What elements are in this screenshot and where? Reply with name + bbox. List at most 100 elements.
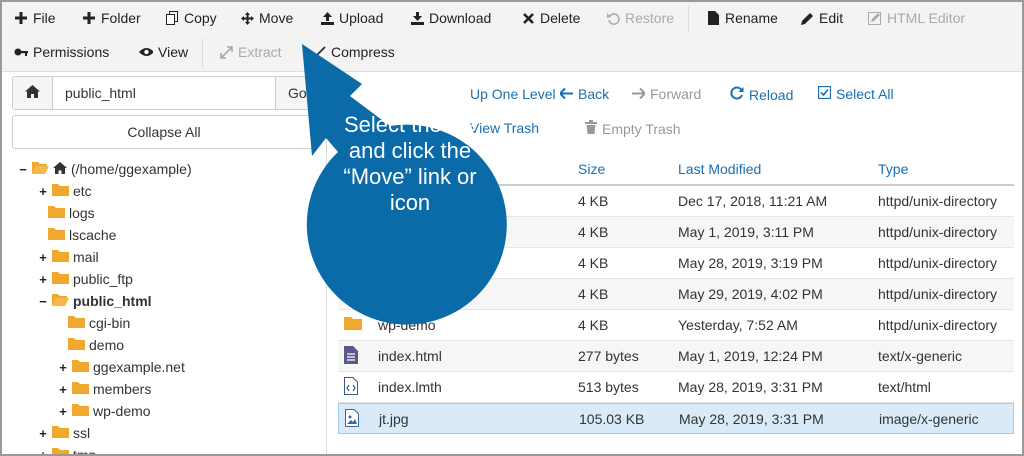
tree-item-label: logs <box>69 205 95 221</box>
move-button[interactable]: Move <box>240 10 293 26</box>
folder-icon <box>52 447 69 456</box>
tree-item-label: mail <box>73 249 99 265</box>
tree-item-public-ftp[interactable]: + public_ftp <box>38 268 133 290</box>
html-editor-button[interactable]: HTML Editor <box>868 10 965 26</box>
tree-item-cgi-bin[interactable]: cgi-bin <box>68 312 130 334</box>
rename-button[interactable]: Rename <box>706 10 778 26</box>
table-row[interactable]: wp-demo 4 KB Yesterday, 7:52 AM httpd/unix-… <box>338 310 1014 341</box>
tree-item-public-html[interactable]: − public_html <box>38 290 152 312</box>
file-modified-cell: May 28, 2019, 3:31 PM <box>679 411 824 427</box>
extract-button[interactable]: Extract <box>219 44 282 60</box>
tree-item-demo[interactable]: demo <box>68 334 124 356</box>
go-button[interactable]: Go <box>275 77 315 109</box>
tree-item-label: etc <box>73 183 92 199</box>
restore-button[interactable]: Restore <box>606 10 674 26</box>
file-size-cell: 4 KB <box>578 286 609 302</box>
folder-icon <box>48 205 65 221</box>
empty-trash-link[interactable]: Empty Trash <box>585 120 681 137</box>
expand-toggle[interactable]: + <box>38 250 48 265</box>
back-link[interactable]: Back <box>559 86 609 102</box>
forward-link[interactable]: Forward <box>632 86 701 102</box>
tree-item-mail[interactable]: + mail <box>38 246 99 268</box>
toolbar-divider <box>202 38 203 68</box>
eye-icon <box>139 45 153 59</box>
file-size-cell: 277 bytes <box>578 348 639 364</box>
file-name-cell: index.html <box>378 348 442 364</box>
home-icon <box>53 161 67 177</box>
expand-toggle[interactable]: + <box>38 272 48 287</box>
folder-icon <box>52 425 69 441</box>
file-size-cell: 4 KB <box>578 224 609 240</box>
table-row[interactable]: index.lmth 513 bytes May 28, 2019, 3:31 PM… <box>338 372 1014 403</box>
expand-toggle[interactable]: + <box>38 184 48 199</box>
table-row[interactable]: ggexample.net 4 KB May 28, 2019, 3:19 PM ht… <box>338 248 1014 279</box>
file-size-cell: 513 bytes <box>578 379 639 395</box>
upload-button[interactable]: Upload <box>320 10 383 26</box>
file-type-cell: httpd/unix-directory <box>878 255 998 271</box>
table-row[interactable]: jt.jpg 105.03 KB May 28, 2019, 3:31 PM imag… <box>338 403 1014 434</box>
folder-icon <box>52 249 69 265</box>
folder-icon <box>72 403 89 419</box>
tree-item-home-ggexample[interactable]: − (/home/ggexample) <box>18 158 192 180</box>
folder-icon <box>48 227 65 243</box>
tree-item-members[interactable]: + members <box>58 378 151 400</box>
download-icon <box>410 11 424 25</box>
download-button[interactable]: Download <box>410 10 491 26</box>
file-modified-cell: May 1, 2019, 12:24 PM <box>678 348 823 364</box>
tree-item-wp-demo[interactable]: + wp-demo <box>58 400 150 422</box>
collapse-toggle[interactable]: − <box>18 162 28 177</box>
file-button[interactable]: File <box>14 10 56 26</box>
expand-toggle[interactable]: + <box>38 426 48 441</box>
delete-button[interactable]: Delete <box>521 10 580 26</box>
home-button[interactable] <box>13 77 53 109</box>
collapse-all-button[interactable]: Collapse All <box>12 115 316 149</box>
text-file-icon <box>344 346 362 366</box>
tree-item-etc[interactable]: + etc <box>38 180 92 202</box>
tree-item-ssl[interactable]: + ssl <box>38 422 90 444</box>
tree-item-tmp[interactable]: + tmp <box>38 444 96 456</box>
folder-icon <box>52 183 69 199</box>
table-row[interactable]: 4 KB May 1, 2019, 3:11 PM httpd/unix-direc… <box>338 217 1014 248</box>
tree-item-label: ssl <box>73 425 91 441</box>
copy-button[interactable]: Copy <box>165 10 217 26</box>
reload-icon <box>730 86 744 103</box>
restore-icon <box>606 11 620 25</box>
size-column-header[interactable]: Size <box>578 161 605 177</box>
expand-icon <box>219 45 233 59</box>
tree-item-label: public_html <box>73 293 152 309</box>
trash-icon <box>585 120 597 137</box>
pencil-icon <box>800 11 814 25</box>
expand-toggle[interactable]: + <box>58 404 68 419</box>
path-input[interactable] <box>53 77 275 109</box>
folder-icon <box>68 315 85 331</box>
file-type-cell: httpd/unix-directory <box>878 317 998 333</box>
file-name-cell: ggexample.net <box>378 255 470 271</box>
tree-item-logs[interactable]: logs <box>48 202 95 224</box>
expand-toggle[interactable]: + <box>58 382 68 397</box>
permissions-button[interactable]: Permissions <box>14 44 109 60</box>
up-one-level-link[interactable]: Up One Level <box>470 86 556 102</box>
tree-item-ggexample-net[interactable]: + ggexample.net <box>58 356 185 378</box>
edit-button[interactable]: Edit <box>800 10 843 26</box>
collapse-toggle[interactable]: − <box>38 294 48 309</box>
folder-button[interactable]: Folder <box>82 10 141 26</box>
reload-link[interactable]: Reload <box>730 86 793 103</box>
file-size-cell: 4 KB <box>578 317 609 333</box>
compress-button[interactable]: Compress <box>312 44 395 60</box>
file-modified-cell: May 28, 2019, 3:19 PM <box>678 255 823 271</box>
last-modified-column-header[interactable]: Last Modified <box>678 161 761 177</box>
table-row[interactable]: index.html 277 bytes May 1, 2019, 12:24 PM… <box>338 341 1014 372</box>
folder-icon <box>68 337 85 353</box>
expand-toggle[interactable]: + <box>58 360 68 375</box>
file-type-cell: httpd/unix-directory <box>878 193 998 209</box>
select-all-link[interactable]: Select All <box>817 85 894 102</box>
file-modified-cell: Yesterday, 7:52 AM <box>678 317 798 333</box>
table-row[interactable]: members 4 KB May 29, 2019, 4:02 PM httpd/un… <box>338 279 1014 310</box>
expand-toggle[interactable]: + <box>38 448 48 456</box>
type-column-header[interactable]: Type <box>878 161 908 177</box>
tree-item-label: (/home/ggexample) <box>71 161 192 177</box>
view-button[interactable]: View <box>139 44 188 60</box>
tree-item-lscache[interactable]: lscache <box>48 224 116 246</box>
folder-icon <box>344 222 362 242</box>
folder-icon <box>344 315 362 335</box>
